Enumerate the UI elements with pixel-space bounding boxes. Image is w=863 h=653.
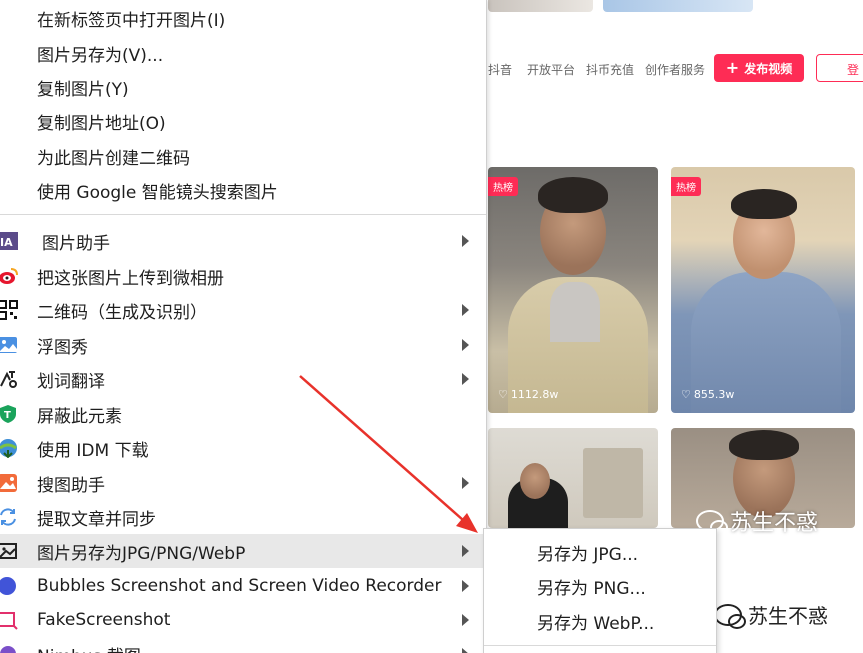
menu-item-idm-download[interactable]: 使用 IDM 下载 xyxy=(0,431,486,465)
svg-text:T: T xyxy=(4,410,11,421)
plus-icon: + xyxy=(725,58,740,77)
translate-icon xyxy=(0,369,18,389)
nav-link-douyin[interactable]: 抖音 xyxy=(488,61,512,78)
menu-item-image-preview[interactable]: 浮图秀 xyxy=(0,328,486,362)
fakescreenshot-icon xyxy=(0,610,18,630)
publish-video-label: 发布视频 xyxy=(744,61,793,76)
menu-item-qr-code[interactable]: 二维码（生成及识别） xyxy=(0,293,486,327)
wechat-watermark: 苏生不惑 xyxy=(714,600,828,629)
submenu-arrow-icon xyxy=(462,304,469,316)
qrcode-icon xyxy=(0,300,18,320)
menu-item-google-lens-search[interactable]: 使用 Google 智能镜头搜索图片 xyxy=(0,173,486,207)
menu-item-open-image-new-tab[interactable]: 在新标签页中打开图片(I) xyxy=(0,1,486,35)
save-format-submenu: 另存为 JPG... 另存为 PNG... 另存为 WebP... xyxy=(483,528,717,653)
video-card[interactable]: 热榜 ♡ 855.3w xyxy=(671,167,855,413)
image-preview-icon xyxy=(0,335,18,355)
bubbles-icon xyxy=(0,576,18,596)
video-card[interactable] xyxy=(488,428,658,528)
nimbus-icon xyxy=(0,644,18,653)
save-image-format-icon xyxy=(0,541,18,561)
menu-item-image-assistant[interactable]: IA 图片助手 xyxy=(0,224,486,258)
menu-separator xyxy=(0,214,486,215)
submenu-arrow-icon xyxy=(462,339,469,351)
heart-icon: ♡ xyxy=(681,388,691,401)
submenu-item-save-png[interactable]: 另存为 PNG... xyxy=(484,569,716,603)
menu-separator xyxy=(484,645,716,646)
block-element-icon: T xyxy=(0,404,18,424)
likes-count: ♡ 855.3w xyxy=(681,388,735,401)
menu-item-copy-image-address[interactable]: 复制图片地址(O) xyxy=(0,104,486,138)
weibo-icon xyxy=(0,266,18,286)
menu-item-upload-weibo-album[interactable]: 把这张图片上传到微相册 xyxy=(0,259,486,293)
heart-icon: ♡ xyxy=(498,388,508,401)
video-thumbnail[interactable] xyxy=(603,0,753,12)
menu-item-image-search[interactable]: 搜图助手 xyxy=(0,466,486,500)
menu-item-block-element[interactable]: T 屏蔽此元素 xyxy=(0,397,486,431)
video-card[interactable]: 热榜 ♡ 1112.8w xyxy=(488,167,658,413)
menu-item-save-image-format[interactable]: 图片另存为JPG/PNG/WebP xyxy=(0,534,486,568)
menu-item-bubbles-screenshot[interactable]: Bubbles Screenshot and Screen Video Reco… xyxy=(0,569,486,603)
hot-list-badge: 热榜 xyxy=(671,177,701,196)
publish-video-button[interactable]: + 发布视频 xyxy=(714,54,804,82)
submenu-arrow-icon xyxy=(462,648,469,653)
menu-item-copy-image[interactable]: 复制图片(Y) xyxy=(0,70,486,104)
menu-item-create-qr-code[interactable]: 为此图片创建二维码 xyxy=(0,139,486,173)
idm-download-icon xyxy=(0,438,18,458)
menu-item-nimbus-screenshot[interactable]: Nimbus 截图 xyxy=(0,637,486,653)
image-assistant-icon: IA xyxy=(0,231,18,251)
submenu-arrow-icon xyxy=(462,373,469,385)
video-thumbnail[interactable] xyxy=(488,0,593,12)
hot-list-badge: 热榜 xyxy=(488,177,518,196)
nav-link-creator-service[interactable]: 创作者服务 xyxy=(645,61,705,78)
menu-item-translate[interactable]: 划词翻译 xyxy=(0,362,486,396)
submenu-arrow-icon xyxy=(462,614,469,626)
submenu-item-save-webp[interactable]: 另存为 WebP... xyxy=(484,604,716,638)
submenu-arrow-icon xyxy=(462,580,469,592)
wechat-icon xyxy=(714,603,746,629)
image-search-icon xyxy=(0,473,18,493)
submenu-arrow-icon xyxy=(462,545,469,557)
sync-icon xyxy=(0,507,18,527)
context-menu: 在新标签页中打开图片(I) 图片另存为(V)... 复制图片(Y) 复制图片地址… xyxy=(0,0,487,653)
svg-text:IA: IA xyxy=(0,236,13,249)
submenu-arrow-icon xyxy=(462,477,469,489)
menu-item-extract-article-sync[interactable]: 提取文章并同步 xyxy=(0,500,486,534)
submenu-item-save-jpg[interactable]: 另存为 JPG... xyxy=(484,535,716,569)
login-button[interactable]: 登 xyxy=(816,54,863,82)
menu-item-fakescreenshot[interactable]: FakeScreenshot xyxy=(0,603,486,637)
submenu-arrow-icon xyxy=(462,235,469,247)
nav-link-recharge[interactable]: 抖币充值 xyxy=(586,61,634,78)
nav-link-open-platform[interactable]: 开放平台 xyxy=(527,61,575,78)
likes-count: ♡ 1112.8w xyxy=(498,388,559,401)
menu-item-save-image-as[interactable]: 图片另存为(V)... xyxy=(0,36,486,70)
